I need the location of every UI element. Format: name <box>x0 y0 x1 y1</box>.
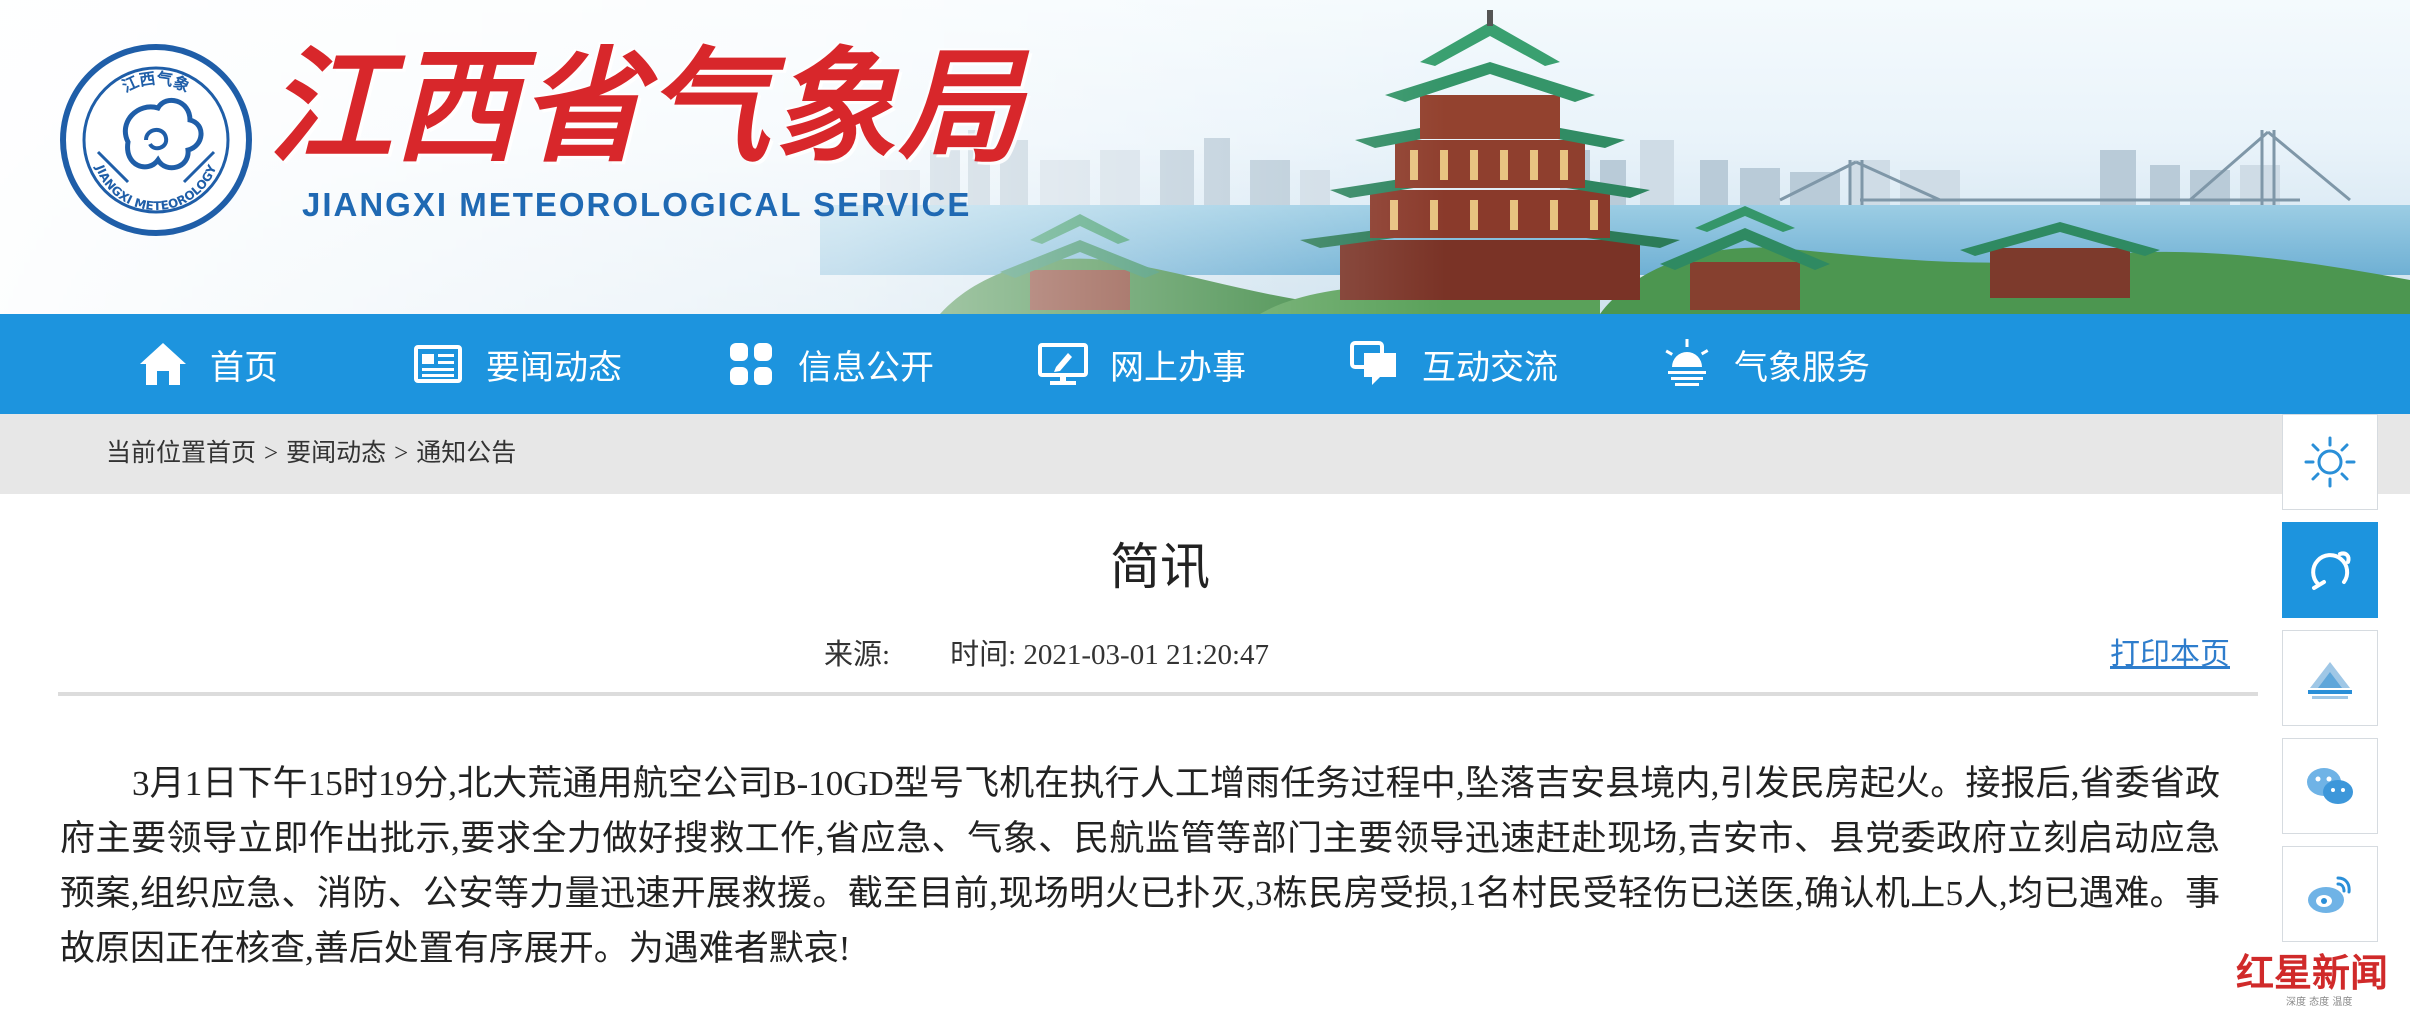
nav-item-info[interactable]: 信息公开 <box>724 314 934 414</box>
nav-label: 信息公开 <box>798 349 934 387</box>
breadcrumb-separator: > <box>394 440 409 467</box>
site-title-en: JIANGXI METEOROLOGICAL SERVICE <box>302 186 972 223</box>
watermark-logo: 红星新闻 深度 态度 温度 <box>2236 950 2406 1012</box>
watermark-subtext: 深度 态度 温度 <box>2286 997 2353 1008</box>
nav-item-news[interactable]: 要闻动态 <box>412 314 622 414</box>
nav-label: 网上办事 <box>1110 349 1246 387</box>
monitor-icon <box>1036 337 1090 391</box>
breadcrumb-news[interactable]: 要闻动态 <box>286 440 386 467</box>
nav-label: 首页 <box>210 349 278 387</box>
news-icon <box>412 337 466 391</box>
main-nav: 首页 要闻动态 信息公开 网上办事 互动交流 气象服务 <box>0 314 2410 414</box>
logo-icon: 江西气象 JIANGXI METEOROLOGY <box>60 44 252 236</box>
article-meta: 来源: 时间: 2021-03-01 21:20:47 <box>824 630 1269 680</box>
source-label: 来源: <box>824 639 891 671</box>
wechat-icon <box>2307 768 2353 804</box>
nav-item-online-service[interactable]: 网上办事 <box>1036 314 1246 414</box>
time-label: 时间: <box>950 639 1017 671</box>
grid-icon <box>724 337 778 391</box>
nav-label: 气象服务 <box>1734 349 1870 387</box>
watermark-text: 红星新闻 <box>2236 950 2389 995</box>
sidebar-weather-button[interactable] <box>2282 414 2378 510</box>
breadcrumb: 当前位置首页 > 要闻动态 > 通知公告 <box>106 414 516 494</box>
site-title-cn: 江西省气象局 <box>268 35 1025 180</box>
nav-item-home[interactable]: 首页 <box>136 314 278 414</box>
sidebar-wechat-button[interactable] <box>2282 738 2378 834</box>
breadcrumb-home[interactable]: 首页 <box>206 440 256 467</box>
app-icon <box>2308 662 2352 699</box>
article-body: 3月1日下午15时19分,北大荒通用航空公司B-10GD型号飞机在执行人工增雨任… <box>60 764 2220 968</box>
title-divider <box>58 692 2258 696</box>
weibo-icon <box>2308 876 2351 913</box>
sidebar-app-button[interactable] <box>2282 630 2378 726</box>
print-link[interactable]: 打印本页 <box>2110 630 2230 680</box>
article-title: 简讯 <box>1110 539 1210 595</box>
nav-label: 互动交流 <box>1422 349 1558 387</box>
header-banner: 江西气象 JIANGXI METEOROLOGY 江西省气象局 JIANGXI … <box>0 0 2410 314</box>
chat-icon <box>1348 337 1402 391</box>
nav-item-weather-service[interactable]: 气象服务 <box>1660 314 1870 414</box>
sun-icon <box>2304 436 2356 488</box>
home-icon <box>136 337 190 391</box>
time-value: 2021-03-01 21:20:47 <box>1023 639 1270 671</box>
nav-label: 要闻动态 <box>486 349 622 387</box>
weather-icon <box>1660 337 1714 391</box>
breadcrumb-prefix: 当前位置 <box>106 440 207 467</box>
nav-item-interaction[interactable]: 互动交流 <box>1348 314 1558 414</box>
breadcrumb-bar: 当前位置首页 > 要闻动态 > 通知公告 <box>0 414 2410 494</box>
breadcrumb-notices[interactable]: 通知公告 <box>416 440 516 467</box>
sidebar-weibo-button[interactable] <box>2282 846 2378 942</box>
breadcrumb-separator: > <box>264 440 279 467</box>
